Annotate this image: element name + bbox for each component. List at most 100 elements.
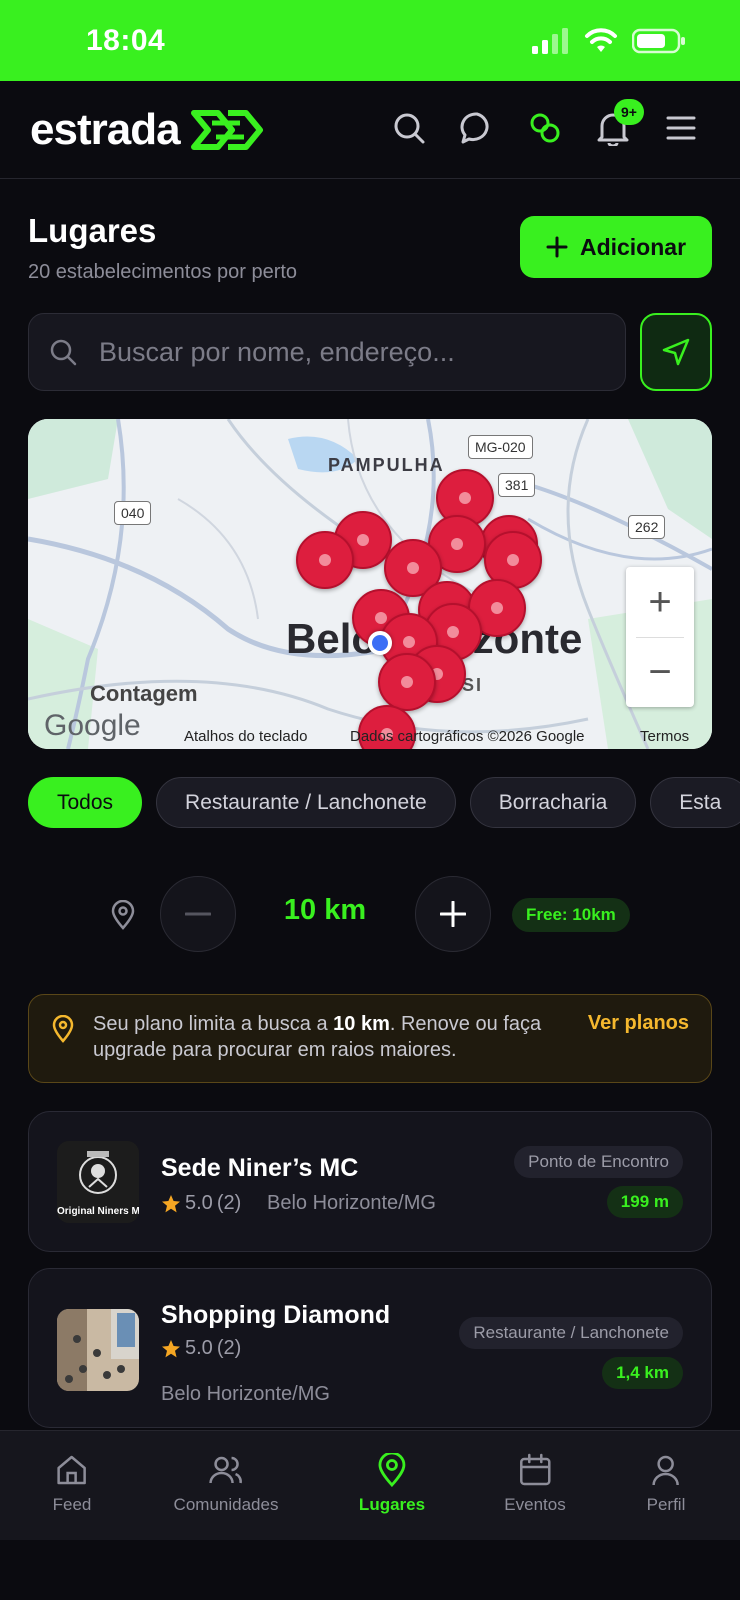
zoom-in-button[interactable]: + [626,567,694,637]
filter-chip-borracharia[interactable]: Borracharia [469,777,637,828]
plan-limit-banner: Seu plano limita a busca a 10 km. Renove… [28,994,712,1083]
header-icons: 9+ [390,99,700,147]
nav-label: Feed [52,1495,92,1514]
place-city: Belo Horizonte/MG [161,1383,330,1405]
logo-mark-icon [190,110,263,150]
zoom-out-button[interactable]: − [626,637,694,707]
filter-chip-restaurante[interactable]: Restaurante / Lanchonete [156,777,456,828]
category-badge: Ponto de Encontro [514,1146,683,1178]
system-bottom-bar [0,1540,740,1600]
map-label-contagem: Contagem [90,681,198,706]
road-shield: 040 [114,501,152,525]
nav-item-feed[interactable]: Feed [52,1453,92,1515]
free-radius-badge: Free: 10km [512,898,630,932]
add-place-label: Adicionar [579,233,687,260]
place-thumbnail [57,1309,139,1391]
radius-selector: 10 km Free: 10km [0,876,740,952]
coins-icon[interactable] [526,109,564,147]
logo[interactable]: estrada [30,105,268,155]
zoom-control: + − [626,567,694,707]
plan-limit-text-start: Seu plano limita a busca a [93,1013,334,1035]
star-icon [162,1194,180,1212]
review-count: (2) [216,1337,242,1359]
menu-icon[interactable] [662,109,700,147]
page-subtitle: 20 estabelecimentos por perto [28,261,298,283]
user-location-marker [368,631,392,655]
google-logo: Google [44,709,141,742]
nav-item-perfil[interactable]: Perfil [646,1453,686,1515]
map-pin-icon [378,1453,406,1487]
thumbnail-caption: Original Niners M [57,1206,139,1217]
nav-item-eventos[interactable]: Eventos [504,1453,566,1515]
radius-value: 10 km [283,894,367,926]
star-icon [162,1339,180,1357]
road-shield: MG-020 [468,435,533,459]
place-thumbnail: Original Niners M [57,1141,139,1223]
review-count: (2) [216,1192,242,1214]
map-label-pampulha: PAMPULHA [328,455,445,475]
search-box[interactable] [28,313,626,391]
place-card[interactable]: Original Niners M Sede Niner’s MC 5.0 (2… [28,1111,712,1252]
search-input[interactable] [99,336,599,368]
notifications-icon[interactable]: 9+ [594,99,644,147]
category-badge: Restaurante / Lanchonete [459,1317,683,1349]
location-pin-icon [111,900,135,930]
road-shield: 381 [498,473,536,497]
nav-label: Lugares [358,1495,426,1514]
locate-me-button[interactable] [640,313,712,391]
bottom-navigation: Feed Comunidades Lugares Eventos Perfil [0,1430,740,1540]
status-time: 18:04 [86,24,166,57]
radius-increase-button[interactable] [415,876,491,952]
nav-label: Eventos [504,1495,566,1514]
search-icon[interactable] [390,109,428,147]
rating-value: 5.0 [185,1192,213,1214]
plan-limit-text: Seu plano limita a busca a 10 km. Renove… [93,1011,553,1063]
signal-icon [532,28,568,54]
map[interactable]: PAMPULHA Belo Horizonte Contagem SSI MG-… [28,419,712,749]
place-rating: 5.0 (2) [161,1192,241,1215]
nav-label: Comunidades [173,1495,279,1514]
plus-icon [440,901,466,927]
map-pin[interactable] [378,653,436,711]
map-data-attribution: Dados cartográficos ©2026 Google [350,728,585,745]
plus-icon [546,236,568,258]
place-name: Sede Niner’s MC [161,1154,359,1182]
chat-icon[interactable] [458,109,496,147]
users-icon [209,1456,243,1484]
map-shortcuts-link[interactable]: Atalhos do teclado [184,728,307,745]
place-city: Belo Horizonte/MG [267,1192,436,1214]
user-icon [652,1455,680,1486]
rating-value: 5.0 [185,1337,213,1359]
wifi-icon [585,28,617,52]
distance-badge: 1,4 km [602,1357,683,1389]
view-plans-link[interactable]: Ver planos [588,1012,689,1035]
distance-badge: 199 m [606,1186,683,1218]
search-icon [50,339,77,366]
map-pin[interactable] [296,531,354,589]
logo-text: estrada [30,105,181,154]
notification-badge: 9+ [614,99,644,125]
filter-chip-todos[interactable]: Todos [28,777,143,828]
category-filters: Todos Restaurante / Lanchonete Borrachar… [28,777,740,828]
add-place-button[interactable]: Adicionar [520,216,712,278]
mall-photo-icon [57,1309,139,1391]
page-title: Lugares [28,212,157,249]
nav-label: Perfil [646,1495,686,1514]
nav-item-lugares[interactable]: Lugares [359,1453,425,1515]
calendar-icon [519,1453,551,1486]
minus-icon [185,912,211,916]
navigation-arrow-icon [662,338,690,366]
place-rating: 5.0 (2) [161,1337,241,1360]
radius-decrease-button[interactable] [160,876,236,952]
status-bar: 18:04 [0,0,740,81]
location-pin-icon [52,1015,74,1043]
status-icons [532,28,686,54]
filter-chip-esta[interactable]: Esta [650,777,740,828]
plan-limit-value: 10 km [333,1013,390,1035]
map-terms-link[interactable]: Termos [640,728,689,745]
nav-item-comunidades[interactable]: Comunidades [173,1453,279,1515]
road-shield: 262 [628,515,666,539]
app-header: estrada 9+ [0,81,740,179]
place-card[interactable]: Shopping Diamond 5.0 (2) Belo Horizonte/… [28,1268,712,1428]
battery-icon [632,28,685,54]
